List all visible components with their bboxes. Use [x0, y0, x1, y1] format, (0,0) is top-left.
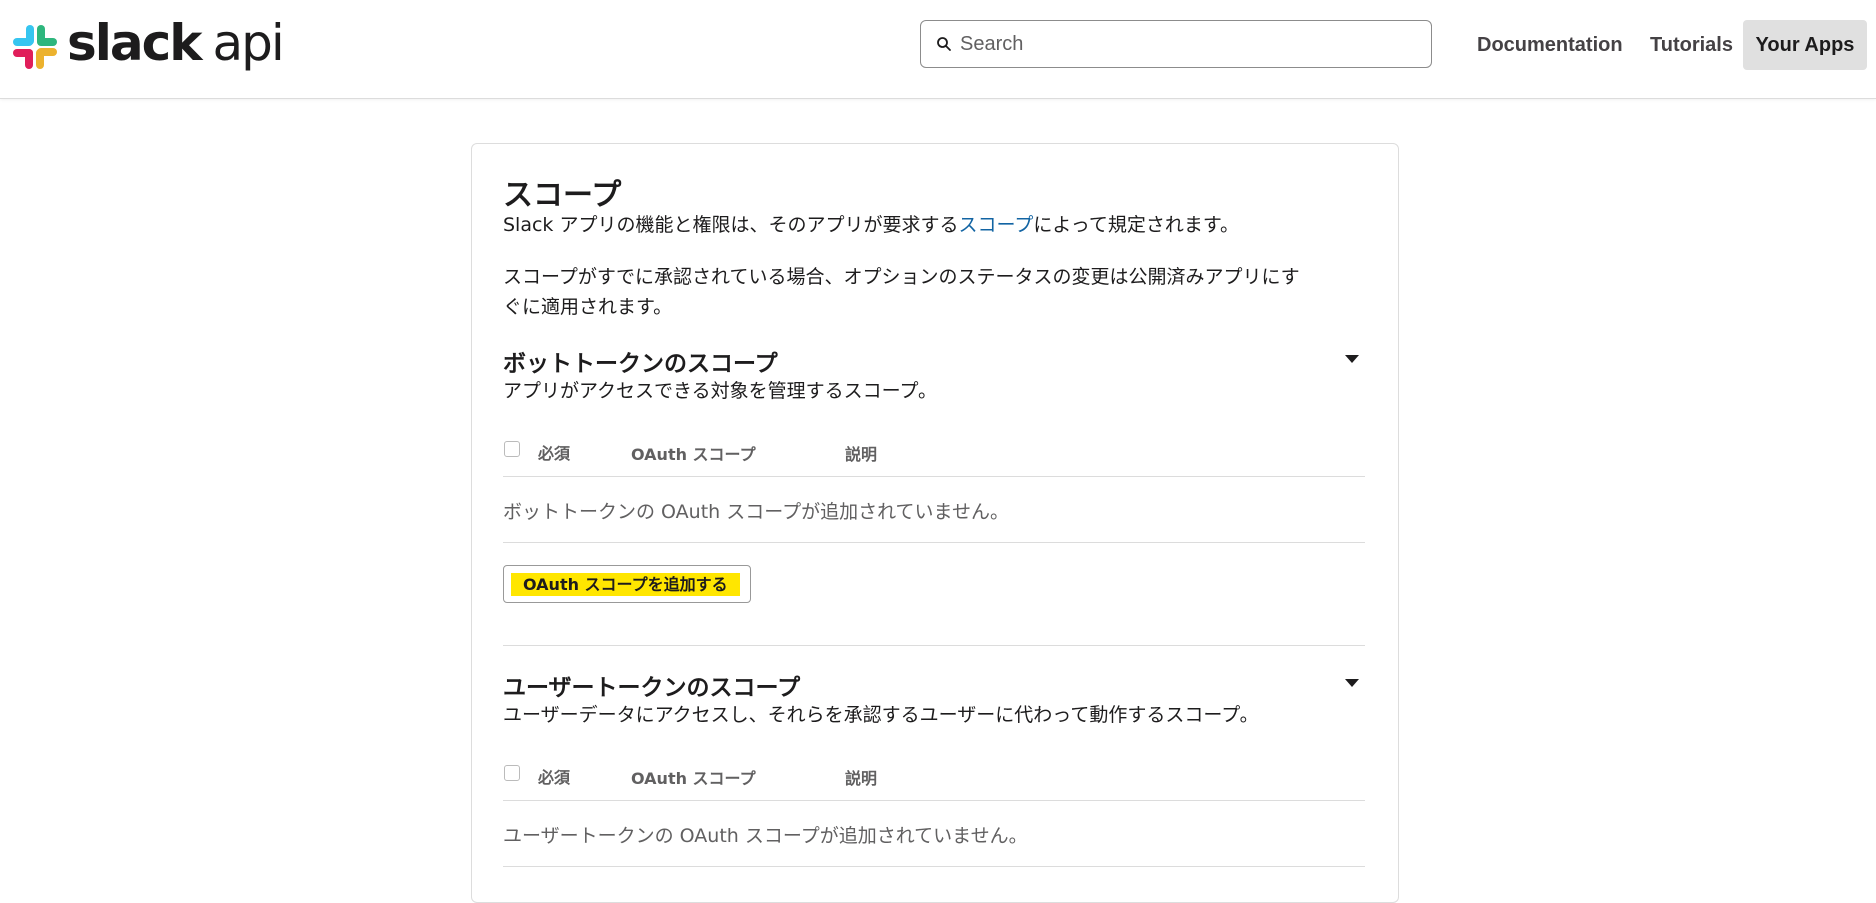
nav-tutorials[interactable]: Tutorials — [1650, 20, 1733, 70]
scopes-note: スコープがすでに承認されている場合、オプションのステータスの変更は公開済みアプリ… — [503, 262, 1300, 322]
slack-logo-icon — [13, 25, 57, 69]
top-navigation-bar: slackapi Documentation Tutorials Your Ap… — [0, 0, 1876, 99]
bot-scopes-empty-message: ボットトークンの OAuth スコープが追加されていません。 — [503, 501, 1009, 523]
user-column-description: 説明 — [845, 769, 878, 788]
bot-table-header-divider — [503, 476, 1365, 477]
nav-documentation[interactable]: Documentation — [1477, 20, 1623, 70]
bot-scopes-title: ボットトークンのスコープ — [503, 351, 778, 377]
scopes-link[interactable]: スコープ — [958, 214, 1033, 236]
user-table-bottom-divider — [503, 866, 1365, 867]
user-column-required: 必須 — [538, 768, 571, 787]
bot-column-required: 必須 — [538, 444, 571, 463]
logo-api-text: api — [212, 14, 285, 72]
user-scopes-subtitle: ユーザーデータにアクセスし、それらを承認するユーザーに代わって動作するスコープ。 — [503, 704, 1259, 726]
divider — [474, 98, 1394, 99]
logo-slack-text: slack — [67, 14, 203, 72]
bot-scopes-collapse-icon[interactable] — [1345, 355, 1359, 363]
scopes-intro: Slack アプリの機能と権限は、そのアプリが要求するスコープによって規定されま… — [503, 210, 1239, 240]
logo-wordmark: slack api — [67, 18, 285, 68]
bot-select-all-checkbox[interactable] — [504, 441, 520, 457]
search-box[interactable] — [920, 20, 1432, 68]
search-input[interactable] — [958, 31, 1431, 57]
section-divider — [503, 645, 1365, 646]
user-select-all-checkbox[interactable] — [504, 765, 520, 781]
add-oauth-scope-button[interactable]: OAuth スコープを追加する — [503, 565, 751, 603]
user-scopes-title: ユーザートークンのスコープ — [503, 675, 801, 701]
bot-table-bottom-divider — [503, 542, 1365, 543]
note-line-1: スコープがすでに承認されている場合、オプションのステータスの変更は公開済みアプリ… — [503, 266, 1300, 288]
bot-column-description: 説明 — [845, 445, 878, 464]
add-oauth-scope-button-label: OAuth スコープを追加する — [511, 572, 740, 596]
intro-suffix: によって規定されます。 — [1033, 214, 1239, 236]
nav-your-apps[interactable]: Your Apps — [1743, 20, 1867, 70]
scopes-title: スコープ — [503, 178, 622, 213]
user-column-scope: OAuth スコープ — [631, 769, 756, 788]
bot-scopes-subtitle: アプリがアクセスできる対象を管理するスコープ。 — [503, 380, 937, 402]
user-scopes-empty-message: ユーザートークンの OAuth スコープが追加されていません。 — [503, 825, 1028, 847]
slack-api-logo[interactable]: slack api — [12, 18, 285, 72]
note-line-2: ぐに適用されます。 — [503, 296, 673, 318]
search-icon — [936, 36, 952, 52]
bot-column-scope: OAuth スコープ — [631, 445, 756, 464]
user-table-header-divider — [503, 800, 1365, 801]
intro-prefix: Slack アプリの機能と権限は、そのアプリが要求する — [503, 214, 959, 236]
user-scopes-collapse-icon[interactable] — [1345, 679, 1359, 687]
